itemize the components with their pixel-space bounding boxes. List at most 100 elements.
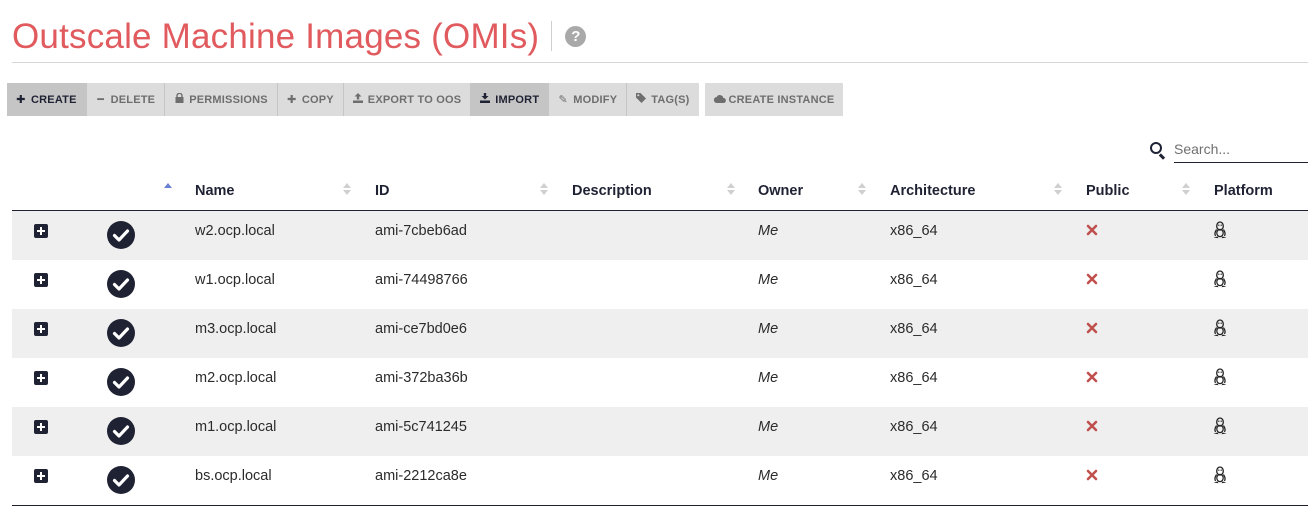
search-area (1150, 136, 1308, 163)
column-header-architecture[interactable]: Architecture (890, 170, 975, 211)
check-circle-icon (107, 270, 135, 298)
linux-tux-icon (1213, 417, 1227, 435)
linux-tux-icon (1213, 270, 1227, 288)
permissions-button-label: PERMISSIONS (189, 93, 268, 106)
download-icon (480, 93, 491, 106)
delete-button[interactable]: ━ DELETE (86, 83, 166, 116)
cell-architecture: x86_64 (890, 272, 938, 288)
tags-button[interactable]: TAG(S) (627, 83, 699, 116)
cell-id: ami-74498766 (375, 272, 468, 288)
cell-owner: Me (758, 223, 779, 239)
tag-icon (636, 93, 647, 106)
check-circle-icon (107, 466, 135, 494)
search-icon (1150, 141, 1166, 159)
column-header-owner[interactable]: Owner (758, 170, 803, 211)
instance-button-group: CREATE INSTANCE (704, 83, 844, 116)
table-header: Name ID Description Owner Architecture P… (12, 170, 1308, 211)
check-circle-icon (107, 417, 135, 445)
table-body: w2.ocp.local ami-7cbeb6ad Me x86_64 w1.ocp.l… (12, 211, 1308, 505)
delete-button-label: DELETE (110, 93, 156, 106)
table-row[interactable]: w2.ocp.local ami-7cbeb6ad Me x86_64 (12, 211, 1308, 260)
sort-name-arrow[interactable] (164, 183, 172, 197)
cell-id: ami-2212ca8e (375, 468, 467, 484)
modify-button-label: MODIFY (573, 93, 618, 106)
cell-architecture: x86_64 (890, 468, 938, 484)
linux-tux-icon (1213, 466, 1227, 484)
question-circle-icon[interactable]: ? (565, 25, 587, 47)
expand-row-icon[interactable] (34, 224, 48, 238)
export-to-oos-button-label: EXPORT TO OOS (367, 93, 462, 106)
create-button-label: CREATE (31, 93, 77, 106)
plus-icon: ✚ (287, 94, 297, 106)
expand-row-icon[interactable] (34, 371, 48, 385)
title-row: Outscale Machine Images (OMIs) ? (12, 12, 587, 60)
cell-id: ami-372ba36b (375, 370, 468, 386)
expand-row-icon[interactable] (34, 322, 48, 336)
title-divider (12, 62, 1308, 63)
expand-row-icon[interactable] (34, 469, 48, 483)
cross-icon (1086, 469, 1098, 481)
cloud-icon (713, 94, 726, 106)
create-instance-button[interactable]: CREATE INSTANCE (704, 83, 844, 116)
sort-id-arrow[interactable] (343, 183, 351, 197)
column-header-platform[interactable]: Platform (1214, 170, 1273, 211)
check-circle-icon (107, 368, 135, 396)
cross-icon (1086, 371, 1098, 383)
tags-button-label: TAG(S) (651, 93, 690, 106)
import-button-label: IMPORT (495, 93, 540, 106)
cell-name: m1.ocp.local (195, 419, 277, 435)
sort-description-arrow[interactable] (540, 183, 548, 197)
cell-name: w1.ocp.local (195, 272, 275, 288)
toolbar: ✚ CREATE ━ DELETE PERMISSIONS ✚ COPY EXP… (7, 83, 844, 116)
table-row[interactable]: m2.ocp.local ami-372ba36b Me x86_64 (12, 358, 1308, 407)
table-row[interactable]: w1.ocp.local ami-74498766 Me x86_64 (12, 260, 1308, 309)
search-input[interactable] (1174, 136, 1308, 163)
cell-owner: Me (758, 468, 779, 484)
expand-row-icon[interactable] (34, 273, 48, 287)
cell-id: ami-ce7bd0e6 (375, 321, 467, 337)
create-instance-button-label: CREATE INSTANCE (728, 93, 835, 106)
cell-name: w2.ocp.local (195, 223, 275, 239)
modify-button[interactable]: ✎ MODIFY (549, 83, 628, 116)
linux-tux-icon (1213, 319, 1227, 337)
sort-architecture-arrow[interactable] (858, 183, 866, 197)
lock-icon (174, 92, 184, 106)
cell-owner: Me (758, 370, 779, 386)
table-row[interactable]: m1.ocp.local ami-5c741245 Me x86_64 (12, 407, 1308, 456)
column-header-id[interactable]: ID (375, 170, 390, 211)
sort-platform-arrow[interactable] (1182, 183, 1190, 197)
cell-owner: Me (758, 419, 779, 435)
table-row[interactable]: bs.ocp.local ami-2212ca8e Me x86_64 (12, 456, 1308, 505)
cell-owner: Me (758, 321, 779, 337)
plus-icon: ✚ (16, 94, 26, 106)
table-bottom-border (12, 505, 1308, 506)
column-header-name[interactable]: Name (195, 170, 235, 211)
cell-id: ami-5c741245 (375, 419, 467, 435)
title-separator (551, 21, 553, 51)
linux-tux-icon (1213, 221, 1227, 239)
omi-table: Name ID Description Owner Architecture P… (12, 170, 1308, 506)
sort-owner-arrow[interactable] (727, 183, 735, 197)
cross-icon (1086, 420, 1098, 432)
export-to-oos-button[interactable]: EXPORT TO OOS (343, 83, 472, 116)
copy-button[interactable]: ✚ COPY (277, 83, 344, 116)
cell-name: m2.ocp.local (195, 370, 277, 386)
permissions-button[interactable]: PERMISSIONS (165, 83, 278, 116)
sort-public-arrow[interactable] (1054, 183, 1062, 197)
minus-icon: ━ (97, 94, 105, 106)
omi-page: Outscale Machine Images (OMIs) ? ✚ CREAT… (0, 0, 1308, 512)
create-button[interactable]: ✚ CREATE (7, 83, 87, 116)
table-row[interactable]: m3.ocp.local ami-ce7bd0e6 Me x86_64 (12, 309, 1308, 358)
column-header-description[interactable]: Description (572, 170, 652, 211)
page-title: Outscale Machine Images (OMIs) (12, 16, 540, 56)
linux-tux-icon (1213, 368, 1227, 386)
cell-name: bs.ocp.local (195, 468, 272, 484)
expand-row-icon[interactable] (34, 420, 48, 434)
import-button[interactable]: IMPORT (471, 83, 550, 116)
cell-architecture: x86_64 (890, 321, 938, 337)
pencil-icon: ✎ (558, 94, 568, 106)
copy-button-label: COPY (301, 93, 334, 106)
cell-name: m3.ocp.local (195, 321, 277, 337)
cell-architecture: x86_64 (890, 370, 938, 386)
column-header-public[interactable]: Public (1086, 170, 1130, 211)
